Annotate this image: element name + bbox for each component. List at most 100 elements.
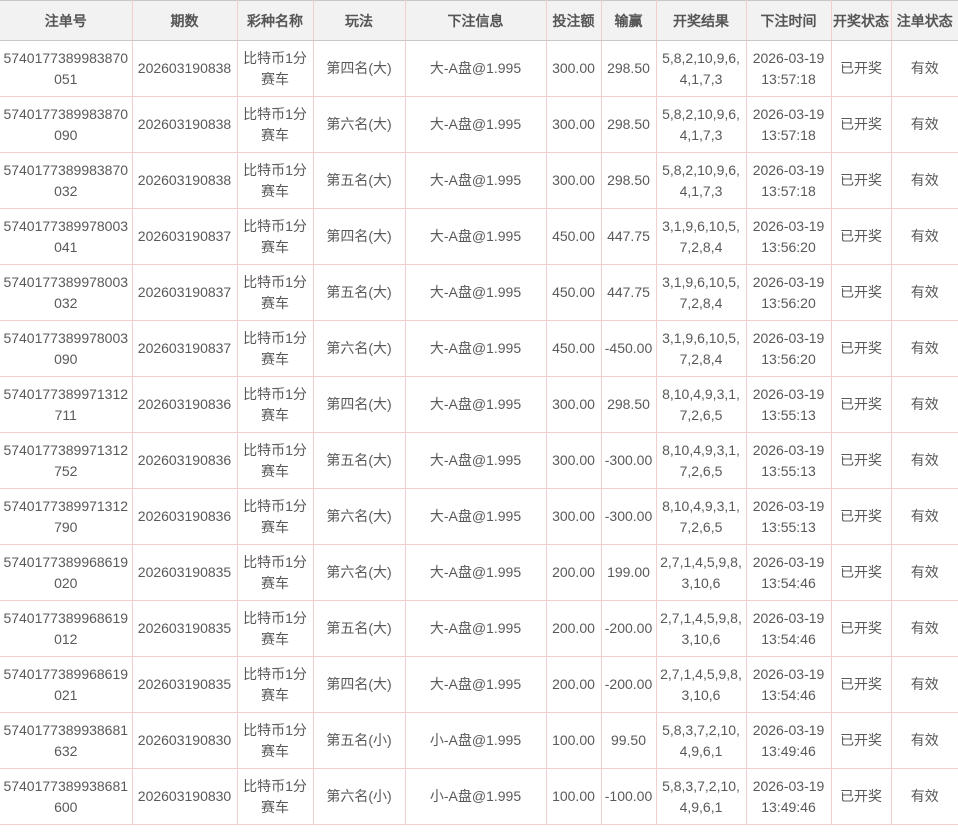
cell-bet_time: 2026-03-19 13:57:18: [746, 97, 831, 153]
cell-order_no: 5740177389978003090: [0, 321, 132, 377]
cell-lottery_name: 比特币1分赛车: [237, 321, 313, 377]
cell-draw_result: 2,7,1,4,5,9,8,3,10,6: [656, 657, 746, 713]
column-header-bet_info: 下注信息: [405, 1, 546, 41]
cell-lottery_name: 比特币1分赛车: [237, 97, 313, 153]
cell-win_loss: 199.00: [601, 545, 656, 601]
cell-order_status: 有效: [891, 489, 958, 545]
cell-bet_info: 大-A盘@1.995: [405, 433, 546, 489]
cell-lottery_name: 比特币1分赛车: [237, 153, 313, 209]
cell-play_type: 第四名(大): [313, 41, 405, 97]
cell-win_loss: -200.00: [601, 657, 656, 713]
cell-lottery_name: 比特币1分赛车: [237, 41, 313, 97]
cell-order_no: 5740177389983870032: [0, 153, 132, 209]
table-row: 5740177389978003041202603190837比特币1分赛车第四…: [0, 209, 958, 265]
cell-draw_status: 已开奖: [831, 489, 891, 545]
cell-order_status: 有效: [891, 433, 958, 489]
cell-play_type: 第四名(大): [313, 657, 405, 713]
cell-bet_amount: 200.00: [546, 657, 601, 713]
cell-bet_time: 2026-03-19 13:57:18: [746, 153, 831, 209]
cell-bet_info: 大-A盘@1.995: [405, 97, 546, 153]
cell-bet_amount: 200.00: [546, 545, 601, 601]
cell-bet_info: 大-A盘@1.995: [405, 153, 546, 209]
cell-play_type: 第五名(大): [313, 601, 405, 657]
cell-period: 202603190835: [132, 545, 237, 601]
cell-bet_time: 2026-03-19 13:56:20: [746, 321, 831, 377]
cell-period: 202603190836: [132, 433, 237, 489]
cell-bet_info: 大-A盘@1.995: [405, 41, 546, 97]
cell-draw_status: 已开奖: [831, 601, 891, 657]
cell-lottery_name: 比特币1分赛车: [237, 769, 313, 825]
cell-period: 202603190830: [132, 713, 237, 769]
cell-order_no: 5740177389938681632: [0, 713, 132, 769]
cell-bet_time: 2026-03-19 13:54:46: [746, 545, 831, 601]
table-row: 5740177389983870032202603190838比特币1分赛车第五…: [0, 153, 958, 209]
table-header: 注单号期数彩种名称玩法下注信息投注额输赢开奖结果下注时间开奖状态注单状态: [0, 1, 958, 41]
table-body: 5740177389983870051202603190838比特币1分赛车第四…: [0, 41, 958, 825]
cell-bet_amount: 450.00: [546, 209, 601, 265]
column-header-bet_time: 下注时间: [746, 1, 831, 41]
cell-bet_info: 大-A盘@1.995: [405, 657, 546, 713]
cell-order_no: 5740177389968619012: [0, 601, 132, 657]
cell-bet_amount: 300.00: [546, 97, 601, 153]
table-header-row: 注单号期数彩种名称玩法下注信息投注额输赢开奖结果下注时间开奖状态注单状态: [0, 1, 958, 41]
cell-draw_status: 已开奖: [831, 545, 891, 601]
table-row: 5740177389968619021202603190835比特币1分赛车第四…: [0, 657, 958, 713]
cell-lottery_name: 比特币1分赛车: [237, 489, 313, 545]
cell-draw_status: 已开奖: [831, 713, 891, 769]
cell-bet_amount: 200.00: [546, 601, 601, 657]
cell-order_status: 有效: [891, 153, 958, 209]
column-header-bet_amount: 投注额: [546, 1, 601, 41]
table-row: 5740177389938681632202603190830比特币1分赛车第五…: [0, 713, 958, 769]
cell-win_loss: 298.50: [601, 41, 656, 97]
cell-bet_time: 2026-03-19 13:49:46: [746, 769, 831, 825]
cell-period: 202603190836: [132, 489, 237, 545]
cell-bet_time: 2026-03-19 13:54:46: [746, 657, 831, 713]
cell-order_status: 有效: [891, 545, 958, 601]
cell-order_no: 5740177389968619021: [0, 657, 132, 713]
cell-period: 202603190835: [132, 601, 237, 657]
cell-order_no: 5740177389968619020: [0, 545, 132, 601]
cell-draw_status: 已开奖: [831, 321, 891, 377]
cell-order_status: 有效: [891, 97, 958, 153]
cell-play_type: 第四名(大): [313, 377, 405, 433]
cell-play_type: 第五名(大): [313, 153, 405, 209]
cell-win_loss: -300.00: [601, 433, 656, 489]
cell-bet_info: 小-A盘@1.995: [405, 769, 546, 825]
cell-win_loss: -100.00: [601, 769, 656, 825]
cell-order_no: 5740177389978003041: [0, 209, 132, 265]
cell-bet_time: 2026-03-19 13:49:46: [746, 713, 831, 769]
cell-draw_result: 8,10,4,9,3,1,7,2,6,5: [656, 489, 746, 545]
cell-bet_info: 大-A盘@1.995: [405, 545, 546, 601]
cell-bet_time: 2026-03-19 13:55:13: [746, 489, 831, 545]
cell-play_type: 第六名(大): [313, 321, 405, 377]
cell-period: 202603190837: [132, 321, 237, 377]
cell-order_no: 5740177389971312711: [0, 377, 132, 433]
cell-bet_time: 2026-03-19 13:54:46: [746, 601, 831, 657]
cell-draw_status: 已开奖: [831, 657, 891, 713]
bet-records-table: 注单号期数彩种名称玩法下注信息投注额输赢开奖结果下注时间开奖状态注单状态 574…: [0, 0, 958, 825]
cell-bet_time: 2026-03-19 13:56:20: [746, 265, 831, 321]
cell-win_loss: 298.50: [601, 377, 656, 433]
column-header-order_status: 注单状态: [891, 1, 958, 41]
cell-period: 202603190838: [132, 153, 237, 209]
cell-order_status: 有效: [891, 321, 958, 377]
cell-bet_amount: 450.00: [546, 321, 601, 377]
cell-period: 202603190838: [132, 41, 237, 97]
cell-draw_result: 3,1,9,6,10,5,7,2,8,4: [656, 321, 746, 377]
cell-win_loss: 99.50: [601, 713, 656, 769]
cell-period: 202603190830: [132, 769, 237, 825]
cell-period: 202603190837: [132, 209, 237, 265]
cell-draw_result: 8,10,4,9,3,1,7,2,6,5: [656, 433, 746, 489]
cell-lottery_name: 比特币1分赛车: [237, 601, 313, 657]
cell-lottery_name: 比特币1分赛车: [237, 657, 313, 713]
cell-lottery_name: 比特币1分赛车: [237, 433, 313, 489]
cell-play_type: 第五名(大): [313, 265, 405, 321]
cell-bet_amount: 100.00: [546, 713, 601, 769]
table-row: 5740177389971312790202603190836比特币1分赛车第六…: [0, 489, 958, 545]
table-row: 5740177389978003032202603190837比特币1分赛车第五…: [0, 265, 958, 321]
cell-draw_result: 2,7,1,4,5,9,8,3,10,6: [656, 545, 746, 601]
cell-order_no: 5740177389938681600: [0, 769, 132, 825]
cell-bet_info: 大-A盘@1.995: [405, 601, 546, 657]
cell-win_loss: 298.50: [601, 153, 656, 209]
cell-draw_result: 5,8,3,7,2,10,4,9,6,1: [656, 769, 746, 825]
